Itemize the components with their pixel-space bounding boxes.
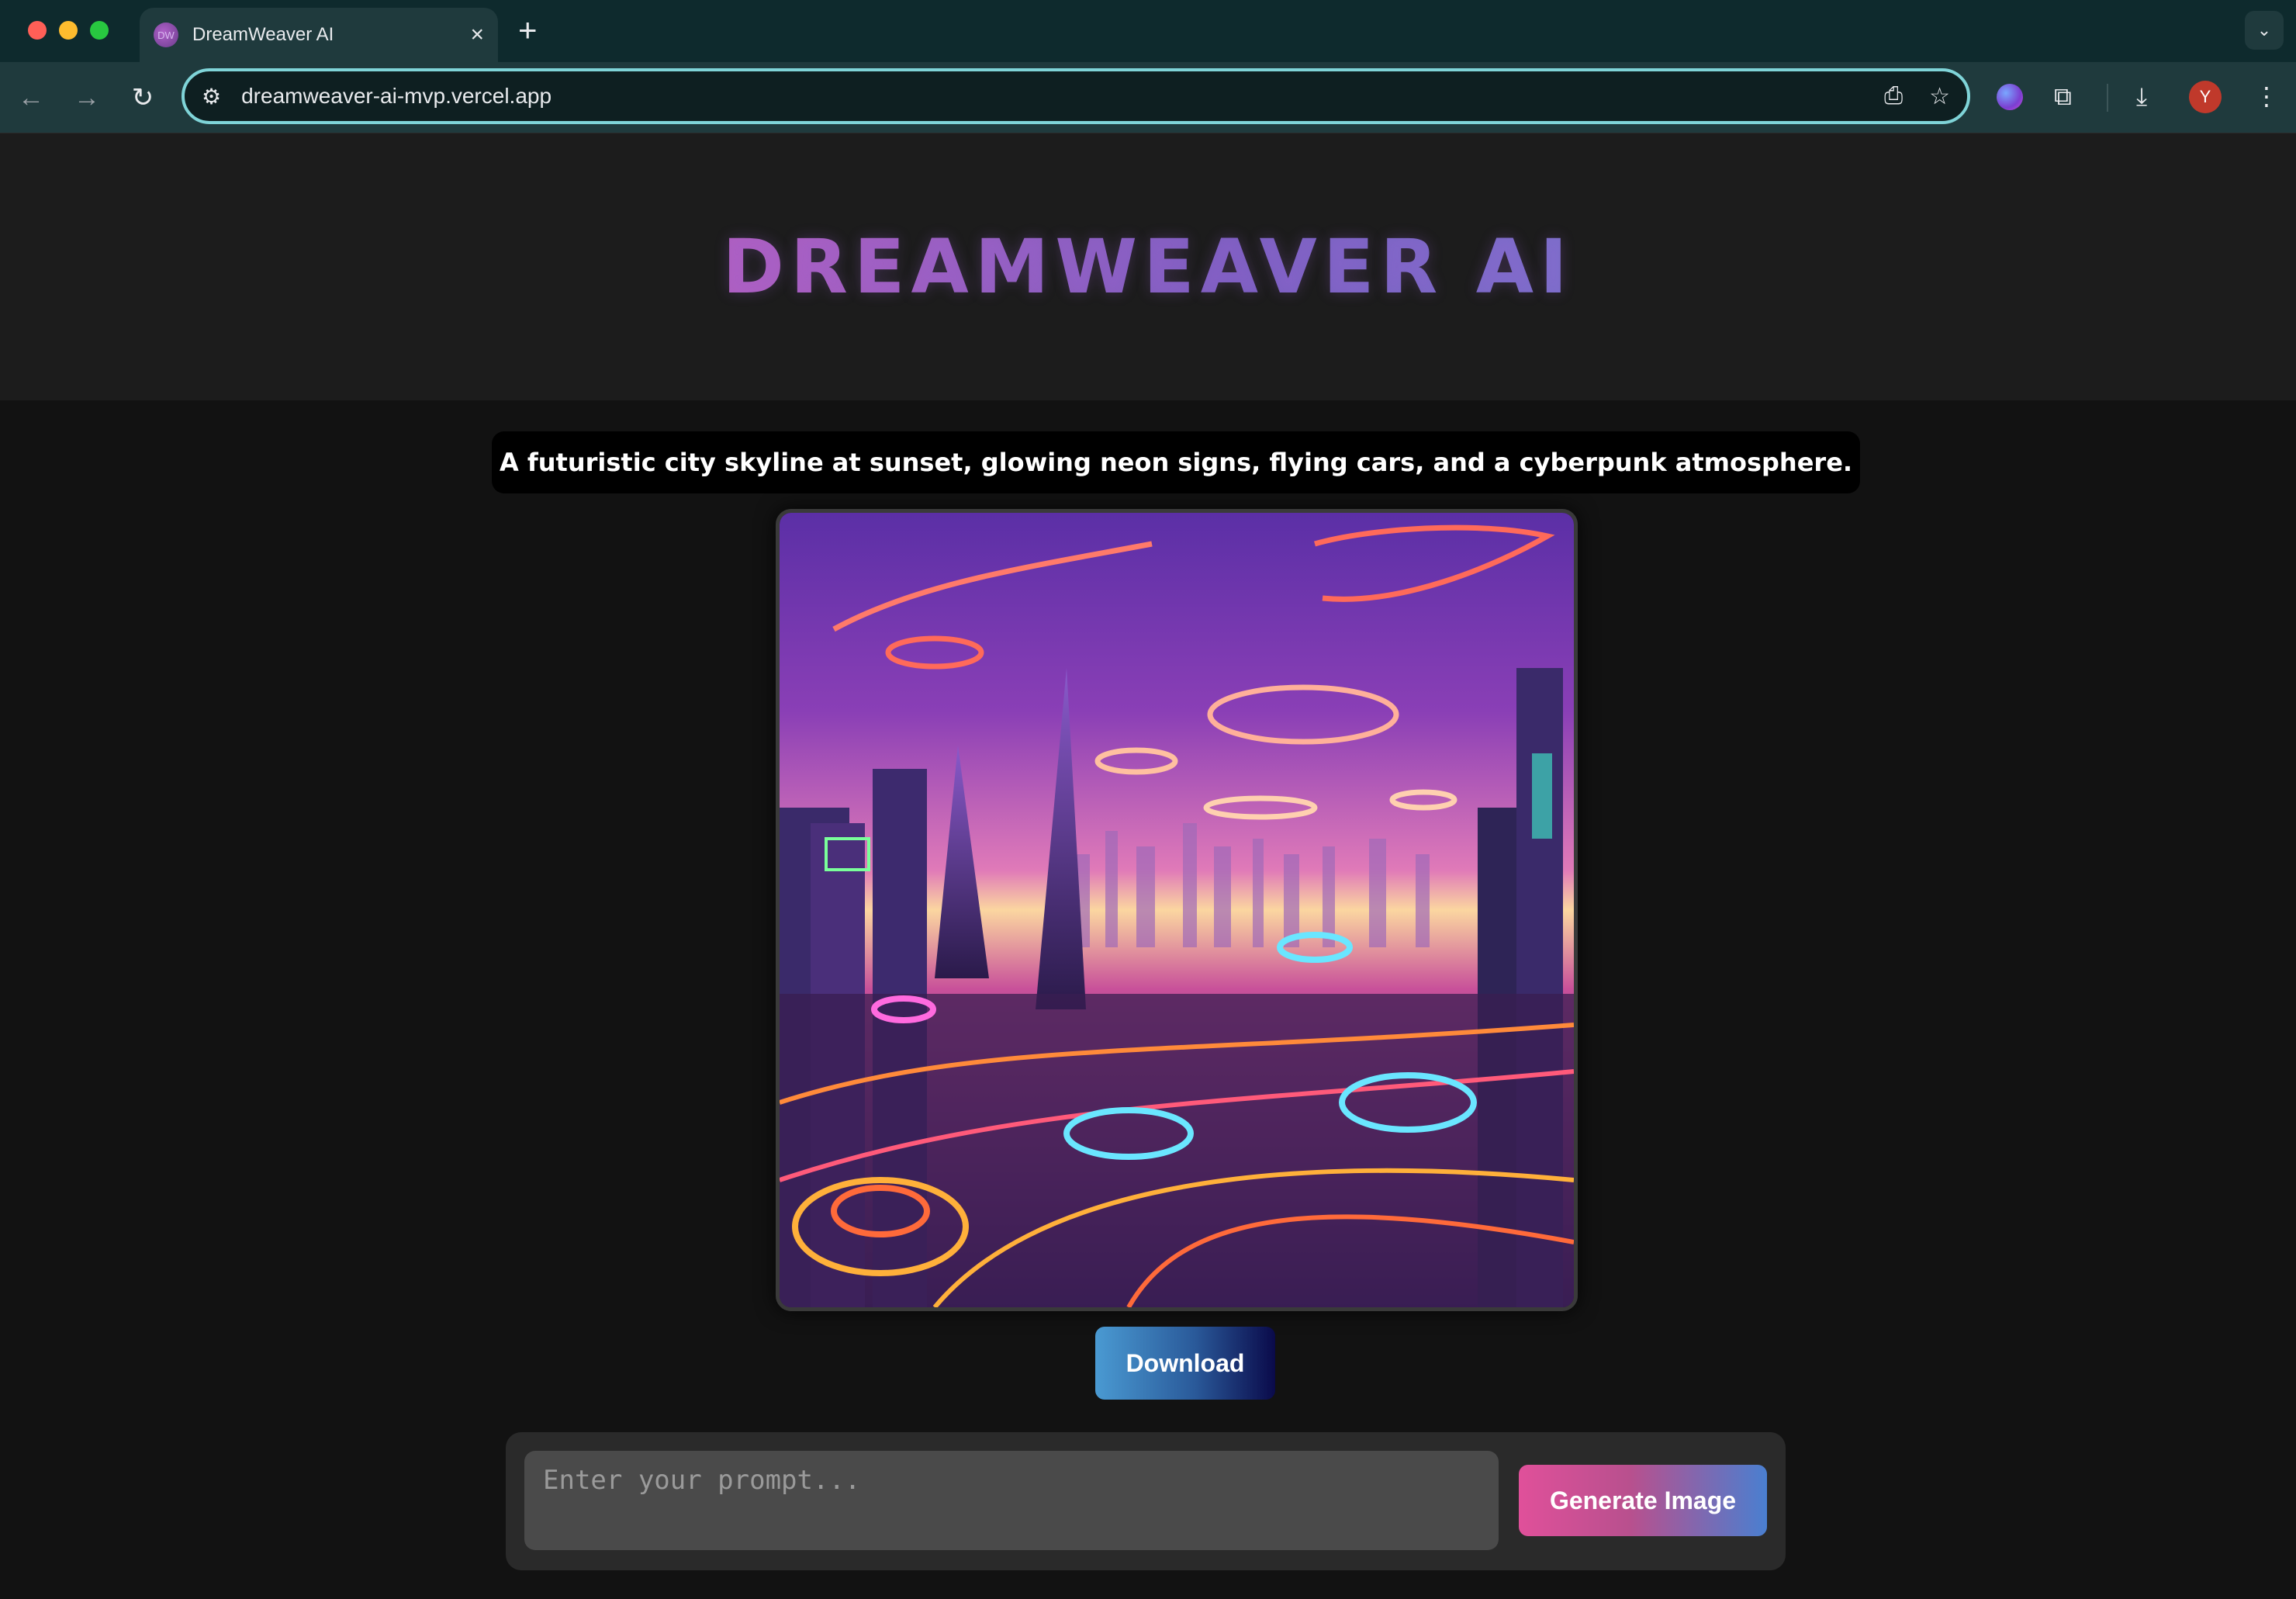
avatar[interactable]: Y — [2189, 81, 2222, 113]
window-zoom-button[interactable] — [90, 21, 109, 40]
forward-icon[interactable]: → — [68, 79, 105, 116]
chevron-down-icon[interactable]: ⌄ — [2245, 11, 2284, 50]
kebab-menu-icon[interactable]: ⋮ — [2254, 81, 2279, 112]
extension-sphere-icon[interactable] — [1997, 84, 2023, 110]
close-icon[interactable]: × — [470, 23, 484, 47]
app-header: DREAMWEAVER AI — [0, 133, 2296, 400]
favicon-icon: DW — [154, 22, 178, 47]
generated-image — [776, 509, 1578, 1311]
tune-icon[interactable]: ⚙ — [202, 84, 221, 109]
back-icon[interactable]: ← — [12, 79, 50, 116]
address-bar[interactable]: ⚙ dreamweaver-ai-mvp.vercel.app ⎙ ☆ — [182, 68, 1970, 124]
window-minimize-button[interactable] — [59, 21, 78, 40]
browser-tab-active[interactable]: DW DreamWeaver AI × — [140, 8, 498, 62]
generated-image-art — [780, 513, 1574, 1307]
plus-icon[interactable]: + — [518, 14, 538, 47]
install-app-icon[interactable]: ⎙ — [1884, 83, 1903, 109]
browser-tab-strip: DW DreamWeaver AI × + ⌄ — [0, 0, 2296, 62]
url-text[interactable]: dreamweaver-ai-mvp.vercel.app — [241, 84, 1858, 109]
page-title: DREAMWEAVER AI — [722, 223, 1574, 310]
puzzle-icon[interactable]: ⧉ — [2054, 81, 2072, 112]
prompt-input[interactable] — [524, 1451, 1499, 1550]
prompt-caption: A futuristic city skyline at sunset, glo… — [492, 431, 1860, 493]
reload-icon[interactable]: ↻ — [124, 79, 161, 116]
download-icon[interactable]: ⤓ — [2136, 81, 2147, 112]
prompt-composer: Generate Image — [506, 1432, 1786, 1570]
star-icon[interactable]: ☆ — [1929, 83, 1950, 110]
window-close-button[interactable] — [28, 21, 47, 40]
toolbar-divider — [2107, 84, 2108, 112]
tab-title: DreamWeaver AI — [192, 24, 334, 45]
generate-image-button[interactable]: Generate Image — [1519, 1465, 1767, 1536]
download-button[interactable]: Download — [1095, 1327, 1275, 1400]
